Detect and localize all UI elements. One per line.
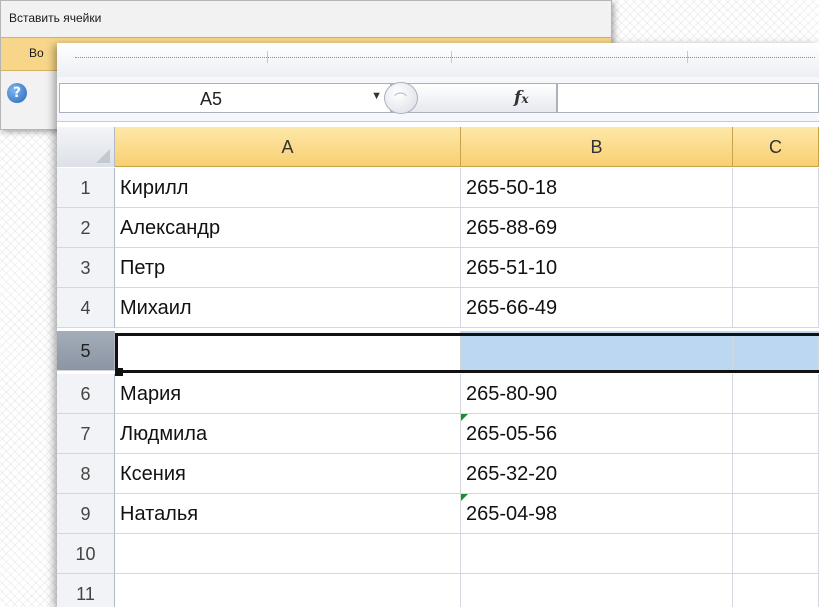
ruler bbox=[57, 43, 819, 78]
cell-a[interactable]: Мария bbox=[115, 374, 461, 414]
dialog-option-label: Во bbox=[29, 46, 44, 60]
row-header[interactable]: 7 bbox=[57, 414, 115, 454]
cell-c[interactable] bbox=[733, 168, 819, 208]
name-box-value: A5 bbox=[200, 89, 223, 109]
chevron-down-icon[interactable]: ▼ bbox=[371, 90, 382, 102]
formula-controls: ⌒ fx bbox=[384, 82, 557, 114]
table-row: 2 Александр 265-88-69 bbox=[57, 208, 819, 248]
cell-b-text-number[interactable]: 265-05-56 bbox=[461, 414, 733, 454]
cell-c[interactable] bbox=[733, 374, 819, 414]
column-header-a[interactable]: A bbox=[115, 127, 461, 167]
column-header-c[interactable]: C bbox=[733, 127, 819, 167]
cell-c[interactable] bbox=[733, 454, 819, 494]
cell-a[interactable]: Кирилл bbox=[115, 168, 461, 208]
cell-c[interactable] bbox=[733, 248, 819, 288]
cell-c[interactable] bbox=[733, 574, 819, 607]
dialog-title: Вставить ячейки bbox=[9, 11, 102, 25]
table-row: 4 Михаил 265-66-49 bbox=[57, 288, 819, 328]
table-row: 11 bbox=[57, 574, 819, 607]
row-header[interactable]: 3 bbox=[57, 248, 115, 288]
table-row-selected: 5 bbox=[57, 331, 819, 371]
cell-a[interactable] bbox=[115, 574, 461, 607]
cell-a[interactable] bbox=[115, 534, 461, 574]
cell-b[interactable] bbox=[461, 534, 733, 574]
cell-b[interactable]: 265-50-18 bbox=[461, 168, 733, 208]
column-header-row: A B C bbox=[57, 127, 819, 167]
cell-c[interactable] bbox=[733, 288, 819, 328]
row-header[interactable]: 10 bbox=[57, 534, 115, 574]
row-header[interactable]: 4 bbox=[57, 288, 115, 328]
cell-c[interactable] bbox=[733, 414, 819, 454]
help-icon[interactable]: ? bbox=[7, 83, 27, 103]
column-header-b[interactable]: B bbox=[461, 127, 733, 167]
select-all-corner[interactable] bbox=[57, 127, 115, 167]
row-header[interactable]: 6 bbox=[57, 374, 115, 414]
row-header[interactable]: 1 bbox=[57, 168, 115, 208]
cell-a[interactable]: Ксения bbox=[115, 454, 461, 494]
table-row: 10 bbox=[57, 534, 819, 574]
cell-c[interactable] bbox=[733, 534, 819, 574]
formula-bar: A5 ▼ ⌒ fx bbox=[57, 77, 819, 122]
cell-b[interactable]: 265-88-69 bbox=[461, 208, 733, 248]
insert-function-icon[interactable]: fx bbox=[514, 88, 528, 108]
cell-a[interactable]: Петр bbox=[115, 248, 461, 288]
cancel-entry-icon[interactable]: ⌒ bbox=[384, 82, 418, 114]
table-row: 7 Людмила 265-05-56 bbox=[57, 414, 819, 454]
table-row: 8 Ксения 265-32-20 bbox=[57, 454, 819, 494]
cell-b[interactable] bbox=[461, 574, 733, 607]
cell-b[interactable]: 265-66-49 bbox=[461, 288, 733, 328]
cell-a[interactable]: Людмила bbox=[115, 414, 461, 454]
spreadsheet-window: A5 ▼ ⌒ fx A B C 1 Кирилл 265-50-18 2 Але… bbox=[57, 43, 819, 607]
formula-input[interactable] bbox=[557, 83, 819, 113]
cell-a[interactable]: Наталья bbox=[115, 494, 461, 534]
table-row: 3 Петр 265-51-10 bbox=[57, 248, 819, 288]
row-header[interactable]: 8 bbox=[57, 454, 115, 494]
table-row: 1 Кирилл 265-50-18 bbox=[57, 168, 819, 208]
cell-a[interactable]: Александр bbox=[115, 208, 461, 248]
fill-handle[interactable] bbox=[115, 368, 123, 376]
row-header[interactable]: 9 bbox=[57, 494, 115, 534]
cell-b-text-number[interactable]: 265-04-98 bbox=[461, 494, 733, 534]
row-header[interactable]: 2 bbox=[57, 208, 115, 248]
cell-a[interactable]: Михаил bbox=[115, 288, 461, 328]
table-row: 9 Наталья 265-04-98 bbox=[57, 494, 819, 534]
name-box[interactable]: A5 ▼ bbox=[59, 83, 391, 113]
row-header-selected[interactable]: 5 bbox=[57, 331, 115, 371]
cell-c-selected[interactable] bbox=[733, 331, 819, 371]
active-cell[interactable] bbox=[115, 331, 461, 371]
cell-b[interactable]: 265-80-90 bbox=[461, 374, 733, 414]
cell-c[interactable] bbox=[733, 208, 819, 248]
cell-b[interactable]: 265-32-20 bbox=[461, 454, 733, 494]
row-header[interactable]: 11 bbox=[57, 574, 115, 607]
cell-c[interactable] bbox=[733, 494, 819, 534]
cell-b[interactable]: 265-51-10 bbox=[461, 248, 733, 288]
cell-b-selected[interactable] bbox=[461, 331, 733, 371]
table-row: 6 Мария 265-80-90 bbox=[57, 374, 819, 414]
